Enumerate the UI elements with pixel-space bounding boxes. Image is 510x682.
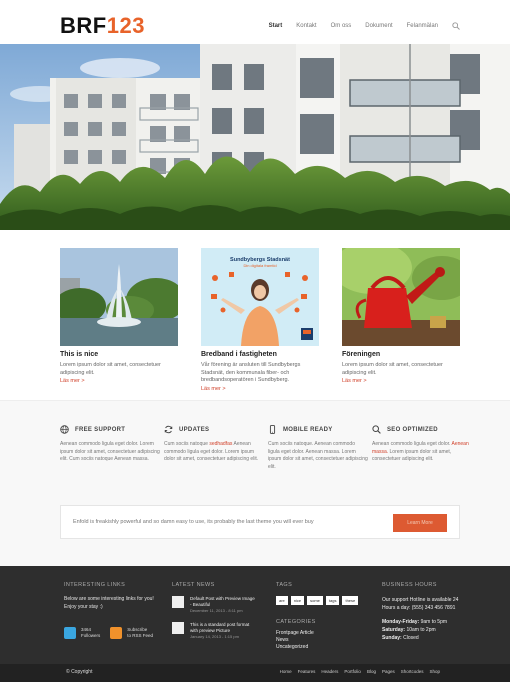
post-excerpt: Vår förening är ansluten till Sundbyberg… [201,362,301,383]
news-item[interactable]: This is a standard post format with prev… [172,622,266,640]
footer-heading: INTERESTING LINKS [64,582,126,588]
hours-row: Sunday: Closed [382,635,419,641]
hotline-text: Our support Hotline is available 24 Hour… [382,597,459,611]
post-title[interactable]: This is nice [60,351,178,358]
mobile-icon [269,425,276,434]
footer-business-hours: BUSINESS HOURS Our support Hotline is av… [382,582,470,642]
post-card: Sundbybergs Stadsnät Din digitala framti… [201,248,319,392]
feature-title: SEO OPTIMIZED [387,426,438,433]
post-excerpt: Lorem ipsum dolor sit amet, consectetuer… [342,362,443,376]
posts-section: This is nice Lorem ipsum dolor sit amet,… [0,230,510,400]
nav-item-om-oss[interactable]: Om oss [331,23,352,29]
post-thumbnail-broadband[interactable]: Sundbybergs Stadsnät Din digitala framti… [201,248,319,346]
category-link[interactable]: News [276,637,368,644]
feature-seo-optimized: SEO OPTIMIZED Aenean commodo ligula eget… [372,425,472,464]
cta-text: Enfold is freakishly powerful and so dam… [73,519,314,525]
copyright: © Copyright [66,669,93,675]
news-thumbnail [172,622,184,634]
feature-mobile-ready: MOBILE READY Cum sociis natoque. Aenean … [268,425,368,471]
site-header: BRF123 Start Kontakt Om oss Dokument Fel… [0,0,510,44]
category-link[interactable]: Frontpage Article [276,630,368,637]
footer-nav: Home Features Headers Portfolio Blog Pag… [280,669,440,674]
globe-icon [60,425,69,434]
read-more-link[interactable]: Läs mer > [201,386,319,392]
site-footer: INTERESTING LINKS Below are some interes… [0,566,510,664]
thumb-subtitle: Din digitala framtid [243,263,276,268]
hero-image [0,44,510,230]
news-item[interactable]: Default Post with Preview Image - Beauti… [172,596,266,614]
tag[interactable]: some [307,596,323,605]
learn-more-button[interactable]: Learn More [393,514,447,532]
feature-title: MOBILE READY [283,426,333,433]
footer-nav-blog[interactable]: Blog [367,669,376,674]
hours-row: Monday-Friday: 9am to 5pm [382,619,448,625]
footer-latest-news: LATEST NEWS Default Post with Preview Im… [172,582,266,640]
feature-updates: UPDATES Cum sociis natoque sedhadfas Aen… [164,425,264,464]
footer-heading: TAGS [276,582,293,588]
logo-number: 123 [106,13,145,38]
footer-nav-shortcodes[interactable]: Shortcodes [401,669,424,674]
post-card: Föreningen Lorem ipsum dolor sit amet, c… [342,248,460,384]
rss-icon [110,627,123,639]
twitter-icon [64,627,76,639]
search-icon[interactable] [452,22,460,30]
nav-item-kontakt[interactable]: Kontakt [296,23,316,29]
footer-links-text: Below are some interesting links for you… [64,596,154,610]
feature-title: UPDATES [179,426,210,433]
post-card: This is nice Lorem ipsum dolor sit amet,… [60,248,178,384]
footer-nav-headers[interactable]: Headers [321,669,338,674]
nav-item-felanmalan[interactable]: Felanmälan [407,23,438,29]
feature-free-support: FREE SUPPORT Aenean commodo ligula eget … [60,425,160,464]
refresh-icon [164,425,173,434]
category-link[interactable]: Uncategorized [276,644,368,651]
page: BRF123 Start Kontakt Om oss Dokument Fel… [0,0,510,682]
post-thumbnail-watering-can[interactable] [342,248,460,346]
logo-text: BRF [60,13,107,38]
footer-tags: TAGS are nice some tags these CATEGORIES… [276,582,368,651]
twitter-followers[interactable]: 3464 Followers [64,627,100,639]
footer-nav-pages[interactable]: Pages [382,669,395,674]
rss-subscribe[interactable]: Subscribe to RSS Feed [110,627,153,639]
feature-text: Cum sociis natoque sedhadfas Aenean comm… [164,441,259,462]
main-nav: Start Kontakt Om oss Dokument Felanmälan [269,22,460,30]
tag[interactable]: tags [325,596,340,605]
post-title[interactable]: Bredband i fastigheten [201,351,319,358]
features-section: FREE SUPPORT Aenean commodo ligula eget … [0,400,510,566]
footer-nav-home[interactable]: Home [280,669,292,674]
feature-title: FREE SUPPORT [75,426,126,433]
footer-interesting-links: INTERESTING LINKS Below are some interes… [64,582,156,639]
footer-nav-portfolio[interactable]: Portfolio [344,669,361,674]
footer-heading: LATEST NEWS [172,582,215,588]
footer-nav-features[interactable]: Features [298,669,316,674]
tag[interactable]: these [342,596,359,605]
post-title[interactable]: Föreningen [342,351,460,358]
footer-heading: BUSINESS HOURS [382,582,437,588]
footer-heading: CATEGORIES [276,619,316,625]
hours-row: Saturday: 10am to 2pm [382,627,436,633]
tag[interactable]: nice [290,596,305,605]
feature-text: Aenean commodo ligula eget dolor. Lorem … [60,441,160,462]
nav-item-dokument[interactable]: Dokument [365,23,392,29]
feature-text: Cum sociis natoque. Aenean commodo ligul… [268,441,368,470]
search-icon [372,425,381,434]
call-to-action-box: Enfold is freakishly powerful and so dam… [60,505,460,539]
read-more-link[interactable]: Läs mer > [342,378,460,384]
site-logo[interactable]: BRF123 [60,14,145,38]
footer-bottom-bar: © Copyright Home Features Headers Portfo… [0,664,510,682]
post-excerpt: Lorem ipsum dolor sit amet, consectetuer… [60,362,161,376]
news-thumbnail [172,596,184,608]
post-thumbnail-fountain[interactable] [60,248,178,346]
nav-item-start[interactable]: Start [269,23,283,29]
tag[interactable]: are [276,596,288,605]
feature-text: Aenean commodo ligula eget dolor. Aenean… [372,441,469,462]
footer-nav-shop[interactable]: Shop [429,669,440,674]
read-more-link[interactable]: Läs mer > [60,378,178,384]
